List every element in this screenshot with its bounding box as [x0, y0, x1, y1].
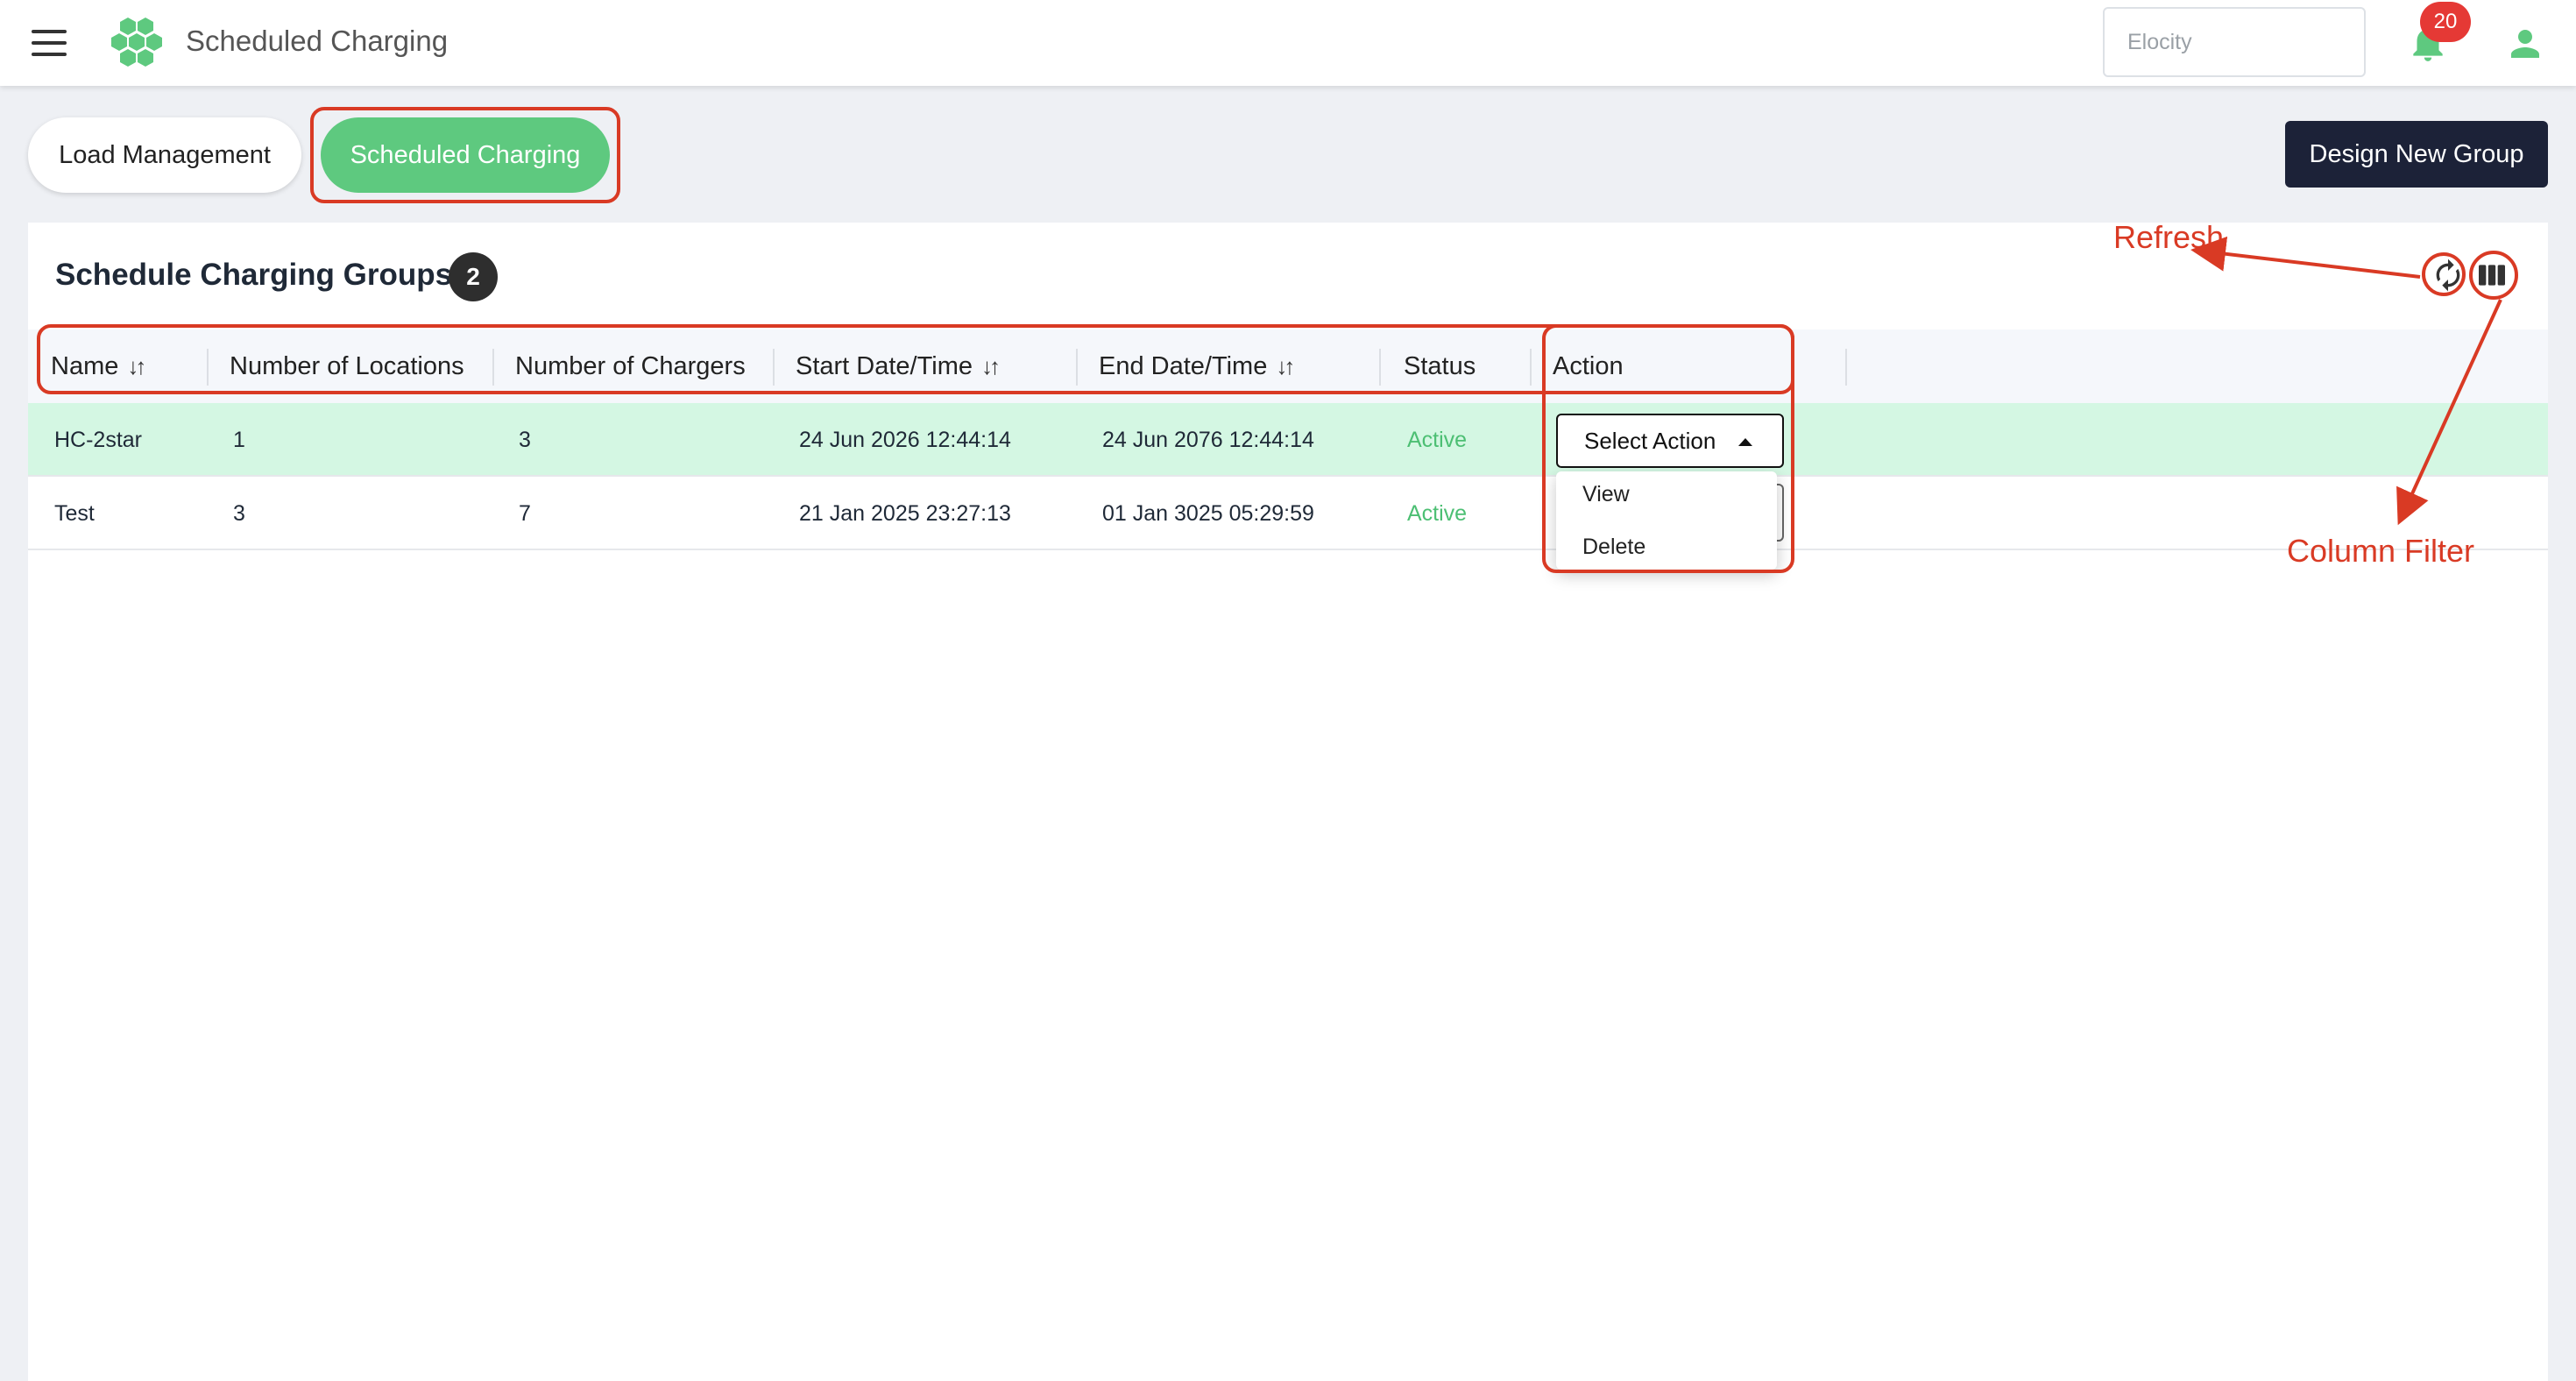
cell-locations: 1 — [233, 428, 245, 452]
card-title: Schedule Charging Groups — [55, 258, 453, 292]
hexagon-logo — [111, 18, 162, 67]
cell-chargers: 3 — [519, 428, 531, 452]
highlight-action-menu — [1542, 324, 1794, 573]
notification-badge: 20 — [2420, 2, 2471, 42]
highlight-tab — [310, 107, 620, 203]
highlight-refresh — [2422, 252, 2466, 296]
design-new-group-button[interactable]: Design New Group — [2285, 121, 2548, 188]
cell-start: 24 Jun 2026 12:44:14 — [799, 428, 1011, 452]
cell-name: HC-2star — [54, 428, 143, 452]
organization-input[interactable] — [2105, 9, 2364, 75]
menu-icon[interactable] — [32, 30, 67, 56]
cell-name: Test — [54, 501, 95, 526]
cell-end: 24 Jun 2076 12:44:14 — [1102, 428, 1314, 452]
cell-end: 01 Jan 3025 05:29:59 — [1102, 501, 1314, 526]
highlight-column-filter — [2469, 251, 2518, 300]
highlight-table-header — [37, 324, 1794, 394]
group-count-badge: 2 — [449, 252, 498, 301]
column-divider — [1845, 349, 1847, 386]
cell-locations: 3 — [233, 501, 245, 526]
cell-start: 21 Jan 2025 23:27:13 — [799, 501, 1011, 526]
user-icon[interactable] — [2504, 23, 2546, 65]
app-title: Scheduled Charging — [186, 25, 449, 57]
column-filter-annotation: Column Filter — [2287, 533, 2475, 569]
cell-status: Active — [1407, 501, 1468, 526]
refresh-annotation: Refresh — [2113, 219, 2225, 255]
cell-status: Active — [1407, 428, 1468, 452]
organization-field[interactable] — [2103, 7, 2366, 77]
tab-load-management[interactable]: Load Management — [28, 117, 301, 193]
cell-chargers: 7 — [519, 501, 531, 526]
